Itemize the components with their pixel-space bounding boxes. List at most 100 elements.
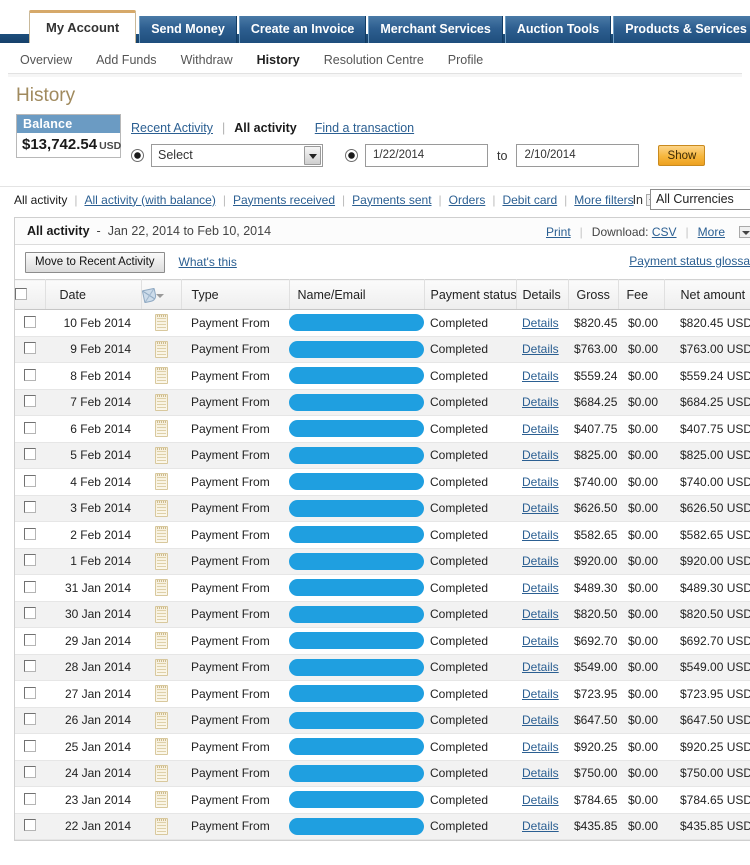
cell-details[interactable]: Details [516, 548, 568, 575]
row-select-checkbox[interactable] [24, 739, 36, 752]
details-link[interactable]: Details [522, 713, 559, 727]
cell-details[interactable]: Details [516, 495, 568, 522]
download-more-chevron-icon[interactable] [739, 225, 750, 238]
date-to-input[interactable]: 2/10/2014 [516, 144, 640, 167]
details-link[interactable]: Details [522, 607, 559, 621]
cell-details[interactable]: Details [516, 389, 568, 416]
column-header-name-email[interactable]: Name/Email [289, 279, 425, 310]
all-activity-label[interactable]: All activity [225, 121, 306, 135]
tab-auction-tools[interactable]: Auction Tools [504, 16, 612, 43]
column-header-gross[interactable]: Gross [568, 279, 619, 310]
chevron-down-icon[interactable] [304, 146, 321, 165]
tab-my-account[interactable]: My Account [29, 10, 137, 43]
download-csv-link[interactable]: CSV [652, 225, 677, 239]
cell-details[interactable]: Details [516, 760, 568, 787]
cell-details[interactable]: Details [516, 442, 568, 469]
row-select-checkbox[interactable] [24, 448, 36, 461]
payment-status-glossary-link[interactable]: Payment status glossary [629, 254, 750, 268]
cell-details[interactable]: Details [516, 521, 568, 549]
tab-products-services[interactable]: Products & Services [613, 16, 750, 43]
column-header-fee[interactable]: Fee [618, 279, 665, 310]
row-select-checkbox[interactable] [24, 421, 36, 434]
cell-details[interactable]: Details [516, 813, 568, 840]
cell-details[interactable]: Details [516, 654, 568, 681]
cell-details[interactable]: Details [516, 627, 568, 655]
select-all-checkbox[interactable] [15, 287, 27, 300]
details-link[interactable]: Details [522, 554, 559, 568]
filter-link-more-filters[interactable]: More filters [567, 193, 640, 207]
row-select-checkbox[interactable] [24, 686, 36, 699]
subnav-item-withdraw[interactable]: Withdraw [181, 53, 233, 67]
details-link[interactable]: Details [522, 448, 559, 462]
details-link[interactable]: Details [522, 528, 559, 542]
details-link[interactable]: Details [522, 369, 559, 383]
row-select-checkbox[interactable] [24, 342, 36, 355]
details-link[interactable]: Details [522, 342, 559, 356]
recent-activity-link[interactable]: Recent Activity [131, 121, 222, 135]
custom-range-radio[interactable] [345, 149, 358, 162]
cell-details[interactable]: Details [516, 468, 568, 496]
row-select-checkbox[interactable] [24, 766, 36, 779]
subnav-item-add-funds[interactable]: Add Funds [96, 53, 156, 67]
details-link[interactable]: Details [522, 740, 559, 754]
details-link[interactable]: Details [522, 819, 559, 833]
whats-this-link[interactable]: What's this [179, 255, 237, 269]
column-header-type[interactable]: Type [181, 279, 290, 310]
preset-range-select[interactable]: Select [151, 144, 323, 167]
cell-details[interactable]: Details [516, 786, 568, 814]
details-link[interactable]: Details [522, 501, 559, 515]
sort-filter-icon[interactable] [142, 288, 164, 302]
cell-details[interactable]: Details [516, 309, 568, 337]
tab-create-an-invoice[interactable]: Create an Invoice [238, 16, 367, 43]
cell-details[interactable]: Details [516, 601, 568, 628]
currency-select[interactable]: All Currencies [650, 189, 750, 210]
find-transaction-link[interactable]: Find a transaction [306, 121, 423, 135]
subnav-item-profile[interactable]: Profile [448, 53, 483, 67]
cell-details[interactable]: Details [516, 415, 568, 443]
cell-details[interactable]: Details [516, 733, 568, 761]
details-link[interactable]: Details [522, 475, 559, 489]
row-select-checkbox[interactable] [24, 501, 36, 514]
preset-range-radio[interactable] [131, 149, 144, 162]
row-select-checkbox[interactable] [24, 395, 36, 408]
row-select-checkbox[interactable] [24, 633, 36, 646]
move-to-recent-activity-button[interactable]: Move to Recent Activity [25, 251, 165, 273]
subnav-item-resolution-centre[interactable]: Resolution Centre [324, 53, 424, 67]
filter-link-debit-card[interactable]: Debit card [495, 193, 564, 207]
details-link[interactable]: Details [522, 316, 559, 330]
details-link[interactable]: Details [522, 395, 559, 409]
details-link[interactable]: Details [522, 660, 559, 674]
download-more-link[interactable]: More [698, 225, 725, 239]
details-link[interactable]: Details [522, 766, 559, 780]
cell-details[interactable]: Details [516, 707, 568, 734]
row-select-checkbox[interactable] [24, 607, 36, 620]
row-select-checkbox[interactable] [24, 315, 36, 328]
filter-link-all-activity-with-balance[interactable]: All activity (with balance) [77, 193, 222, 207]
filter-link-orders[interactable]: Orders [442, 193, 493, 207]
row-select-checkbox[interactable] [24, 713, 36, 726]
tab-merchant-services[interactable]: Merchant Services [368, 16, 503, 43]
details-link[interactable]: Details [522, 581, 559, 595]
filter-link-payments-sent[interactable]: Payments sent [345, 193, 438, 207]
row-select-checkbox[interactable] [24, 819, 36, 832]
row-select-checkbox[interactable] [24, 580, 36, 593]
column-header-payment-status[interactable]: Payment status [424, 279, 517, 310]
cell-details[interactable]: Details [516, 336, 568, 363]
row-select-checkbox[interactable] [24, 527, 36, 540]
details-link[interactable]: Details [522, 687, 559, 701]
filter-link-payments-received[interactable]: Payments received [226, 193, 342, 207]
row-select-checkbox[interactable] [24, 368, 36, 381]
cell-details[interactable]: Details [516, 574, 568, 602]
column-header-date[interactable]: Date [45, 279, 142, 310]
cell-details[interactable]: Details [516, 680, 568, 708]
date-from-input[interactable]: 1/22/2014 [365, 144, 488, 167]
column-header-net-amount[interactable]: Net amount [664, 279, 750, 310]
row-select-checkbox[interactable] [24, 660, 36, 673]
subnav-item-overview[interactable]: Overview [20, 53, 72, 67]
details-link[interactable]: Details [522, 634, 559, 648]
row-select-checkbox[interactable] [24, 474, 36, 487]
details-link[interactable]: Details [522, 422, 559, 436]
show-button[interactable]: Show [658, 145, 706, 166]
filter-link-all-activity[interactable]: All activity [14, 193, 74, 207]
details-link[interactable]: Details [522, 793, 559, 807]
